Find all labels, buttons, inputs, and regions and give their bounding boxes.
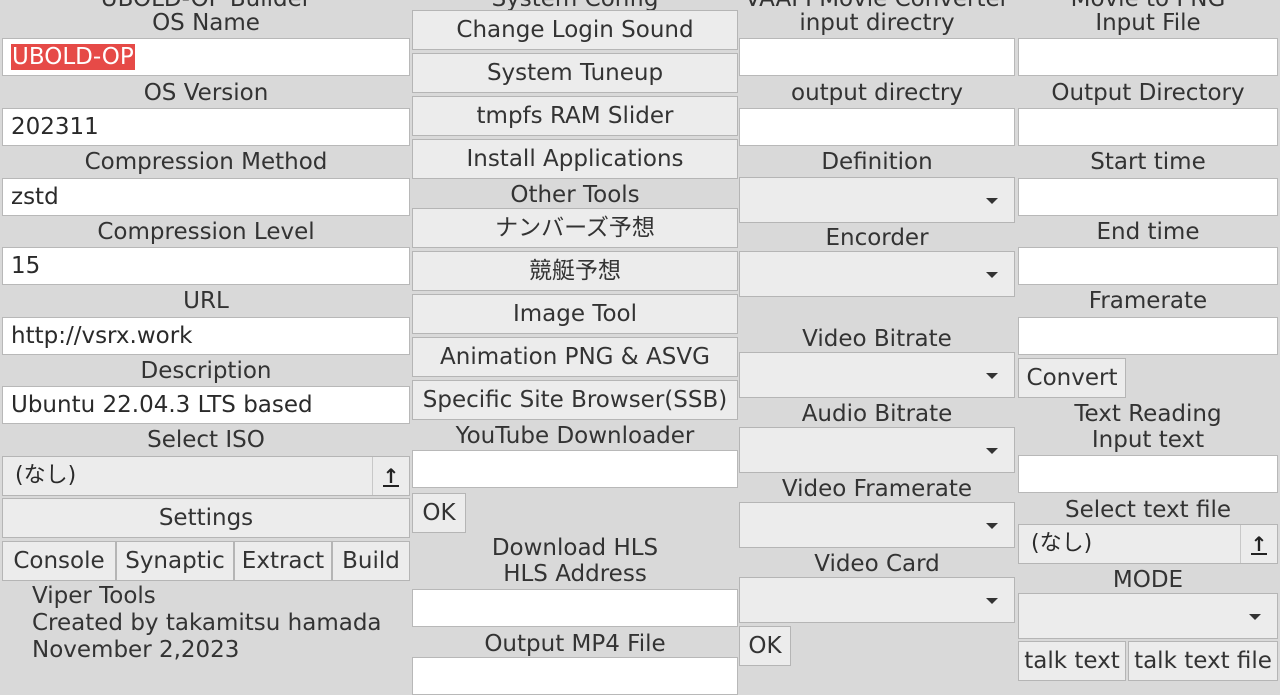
- change-login-sound-button[interactable]: Change Login Sound: [412, 10, 738, 50]
- output-mp4-label: Output MP4 File: [484, 631, 666, 657]
- image-tool-button[interactable]: Image Tool: [412, 294, 738, 334]
- output-mp4-field[interactable]: [412, 657, 738, 695]
- app-info-date: November 2,2023: [32, 637, 240, 663]
- tmpfs-ram-slider-button[interactable]: tmpfs RAM Slider: [412, 96, 738, 136]
- input-directory-label: input directry: [799, 10, 955, 36]
- select-iso-value: (なし): [15, 463, 77, 488]
- other-tools-label: Other Tools: [510, 182, 640, 208]
- upload-icon[interactable]: ↑: [1240, 525, 1277, 563]
- chevron-down-icon: [986, 598, 998, 604]
- chevron-down-icon: [1249, 614, 1261, 620]
- install-applications-button[interactable]: Install Applications: [412, 139, 738, 179]
- definition-dropdown[interactable]: [739, 177, 1015, 223]
- app-info-author: Created by takamitsu hamada: [32, 610, 382, 636]
- youtube-downloader-label: YouTube Downloader: [455, 423, 695, 449]
- chevron-down-icon: [986, 523, 998, 529]
- select-text-file-label: Select text file: [1065, 497, 1231, 523]
- encoder-label: Encorder: [825, 225, 929, 251]
- input-text-label: Input text: [1091, 427, 1205, 453]
- description-field[interactable]: Ubuntu 22.04.3 LTS based: [2, 386, 410, 424]
- chevron-down-icon: [986, 373, 998, 379]
- mode-label: MODE: [1112, 567, 1184, 593]
- console-button[interactable]: Console: [2, 541, 116, 581]
- input-directory-field[interactable]: [739, 38, 1015, 76]
- compression-method-field[interactable]: zstd: [2, 178, 410, 216]
- numbers-prediction-button[interactable]: ナンバーズ予想: [412, 208, 738, 248]
- input-text-field[interactable]: [1018, 455, 1278, 493]
- select-text-file-picker[interactable]: (なし) ↑: [1018, 524, 1278, 564]
- hls-address-field[interactable]: [412, 589, 738, 627]
- youtube-ok-button[interactable]: OK: [412, 493, 466, 533]
- compression-level-field[interactable]: 15: [2, 247, 410, 285]
- talk-text-file-button[interactable]: talk text file: [1128, 641, 1278, 681]
- definition-label: Definition: [821, 149, 933, 175]
- url-label: URL: [183, 288, 229, 314]
- png-output-directory-label: Output Directory: [1051, 80, 1245, 106]
- build-button[interactable]: Build: [332, 541, 410, 581]
- video-bitrate-label: Video Bitrate: [802, 326, 952, 352]
- extract-button[interactable]: Extract: [234, 541, 332, 581]
- os-version-field[interactable]: 202311: [2, 108, 410, 146]
- text-reading-label: Text Reading: [1074, 401, 1222, 427]
- talk-text-button[interactable]: talk text: [1018, 641, 1126, 681]
- compression-level-label: Compression Level: [97, 219, 315, 245]
- hls-address-label: HLS Address: [503, 561, 647, 587]
- input-file-field[interactable]: [1018, 38, 1278, 76]
- png-output-directory-field[interactable]: [1018, 108, 1278, 146]
- video-card-label: Video Card: [814, 551, 940, 577]
- synaptic-button[interactable]: Synaptic: [116, 541, 234, 581]
- start-time-label: Start time: [1090, 149, 1206, 175]
- convert-button[interactable]: Convert: [1018, 358, 1126, 398]
- chevron-down-icon: [986, 272, 998, 278]
- movie-converter-column: VAAPI Movie Converter input directry out…: [737, 0, 1017, 669]
- os-name-field[interactable]: UBOLD-OP: [2, 38, 410, 76]
- output-directory-field[interactable]: [739, 108, 1015, 146]
- ssb-button[interactable]: Specific Site Browser(SSB): [412, 380, 738, 420]
- select-text-file-value: (なし): [1031, 531, 1093, 556]
- video-bitrate-dropdown[interactable]: [739, 352, 1015, 398]
- video-framerate-dropdown[interactable]: [739, 502, 1015, 548]
- start-time-field[interactable]: [1018, 178, 1278, 216]
- encoder-dropdown[interactable]: [739, 251, 1015, 297]
- os-name-label: OS Name: [152, 10, 260, 36]
- select-iso-filepicker[interactable]: (なし) ↑: [2, 456, 410, 496]
- youtube-url-field[interactable]: [412, 450, 738, 488]
- settings-button[interactable]: Settings: [2, 498, 410, 538]
- boat-race-prediction-button[interactable]: 競艇予想: [412, 251, 738, 291]
- converter-ok-button[interactable]: OK: [739, 626, 791, 666]
- download-hls-label: Download HLS: [491, 535, 659, 561]
- description-label: Description: [140, 358, 272, 384]
- os-name-value: UBOLD-OP: [11, 44, 135, 70]
- video-card-dropdown[interactable]: [739, 577, 1015, 623]
- end-time-field[interactable]: [1018, 247, 1278, 285]
- select-iso-label: Select ISO: [147, 427, 265, 453]
- upload-icon[interactable]: ↑: [372, 457, 409, 495]
- animation-png-button[interactable]: Animation PNG & ASVG: [412, 337, 738, 377]
- framerate-label: Framerate: [1088, 288, 1208, 314]
- framerate-field[interactable]: [1018, 317, 1278, 355]
- audio-bitrate-label: Audio Bitrate: [801, 401, 953, 427]
- mode-dropdown[interactable]: [1018, 593, 1278, 639]
- os-version-label: OS Version: [143, 80, 269, 106]
- builder-column: UBOLD-OP Builder OS Name UBOLD-OP OS Ver…: [0, 0, 412, 669]
- chevron-down-icon: [986, 198, 998, 204]
- compression-method-label: Compression Method: [84, 149, 328, 175]
- chevron-down-icon: [986, 448, 998, 454]
- video-framerate-label: Video Framerate: [781, 476, 973, 502]
- app-info-title: Viper Tools: [32, 583, 156, 609]
- url-field[interactable]: http://vsrx.work: [2, 317, 410, 355]
- audio-bitrate-dropdown[interactable]: [739, 427, 1015, 473]
- system-tuneup-button[interactable]: System Tuneup: [412, 53, 738, 93]
- system-config-column: System Config Change Login Sound System …: [410, 0, 740, 695]
- input-file-label: Input File: [1095, 10, 1201, 36]
- movie-to-png-column: Movie to PNG Input File Output Directory…: [1016, 0, 1280, 681]
- output-directory-label: output directry: [791, 80, 963, 106]
- end-time-label: End time: [1096, 219, 1200, 245]
